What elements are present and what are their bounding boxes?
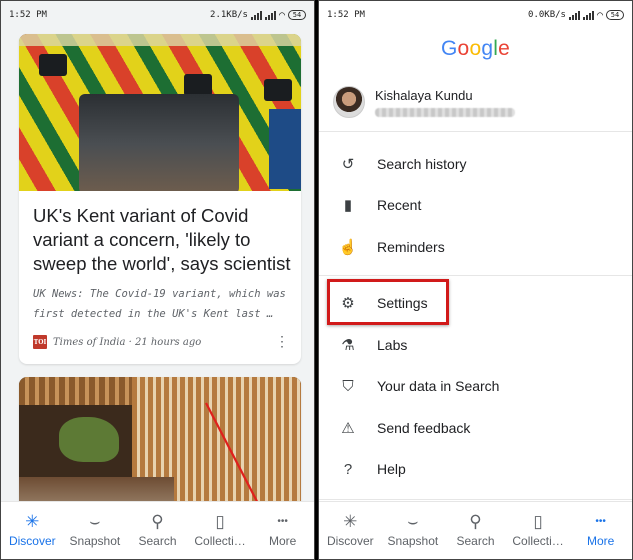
battery-icon: 54 bbox=[288, 10, 306, 20]
shield-icon: ⛉ bbox=[342, 377, 354, 395]
account-email-redacted bbox=[375, 107, 515, 117]
nav-snapshot[interactable]: ⌣ Snapshot bbox=[64, 502, 127, 559]
collections-icon: ▯ bbox=[533, 512, 543, 531]
divider bbox=[319, 131, 632, 132]
nav-label: Collecti… bbox=[512, 534, 564, 548]
search-icon: ⚲ bbox=[469, 512, 482, 531]
nav-collections[interactable]: ▯ Collecti… bbox=[507, 502, 570, 559]
nav-label: Discover bbox=[326, 534, 374, 548]
menu-item-reminders[interactable]: ☝ Reminders bbox=[319, 228, 632, 266]
asterisk-icon: ✳ bbox=[25, 512, 40, 531]
menu-item-label: Help bbox=[377, 461, 406, 477]
status-time: 1:52 PM bbox=[9, 10, 47, 20]
menu-item-label: Your data in Search bbox=[377, 378, 500, 394]
article-image bbox=[19, 34, 301, 191]
status-time: 1:52 PM bbox=[327, 10, 365, 20]
more-icon: ••• bbox=[595, 516, 606, 527]
feedback-icon: ⚠ bbox=[341, 420, 355, 437]
bottom-navigation: ✳ Discover ⌣ Snapshot ⚲ Search ▯ Collecti… ••• Mo… bbox=[319, 501, 632, 559]
menu-item-label: Labs bbox=[377, 337, 408, 353]
article-title[interactable]: UK's Kent variant of Covid variant a con… bbox=[33, 204, 291, 276]
menu-item-send-feedback[interactable]: ⚠ Send feedback bbox=[319, 409, 632, 447]
nav-label: More bbox=[269, 534, 297, 548]
help-icon: ? bbox=[343, 460, 353, 478]
settings-highlight-box bbox=[327, 279, 449, 325]
status-bar: 1:52 PM 2.1KB/s ◠ 54 bbox=[1, 1, 314, 29]
nav-label: Collecti… bbox=[194, 534, 246, 548]
flask-icon: ⚗ bbox=[341, 337, 355, 354]
menu-item-your-data-in-search[interactable]: ⛉ Your data in Search bbox=[319, 367, 632, 405]
menu-item-label: Reminders bbox=[377, 239, 445, 255]
menu-item-label: Recent bbox=[377, 197, 422, 213]
signal-icon bbox=[264, 10, 276, 20]
nav-label: Snapshot bbox=[387, 534, 439, 548]
collections-icon: ▯ bbox=[215, 512, 225, 531]
source-and-time: Times of India · 21 hours ago bbox=[53, 336, 202, 348]
reminders-icon: ☝ bbox=[338, 239, 358, 256]
article-source: TOI Times of India · 21 hours ago ⋮ bbox=[33, 334, 289, 350]
account-name: Kishalaya Kundu bbox=[375, 87, 473, 103]
google-logo: Google bbox=[441, 37, 510, 60]
menu-item-label: Send feedback bbox=[377, 420, 471, 436]
nav-label: Discover bbox=[8, 534, 56, 548]
recent-icon: ▮ bbox=[343, 197, 353, 214]
nav-more[interactable]: ••• More bbox=[251, 502, 314, 559]
signal-icon bbox=[568, 10, 580, 20]
wifi-icon: ◠ bbox=[278, 9, 285, 21]
nav-collections[interactable]: ▯ Collecti… bbox=[189, 502, 252, 559]
menu-item-recent[interactable]: ▮ Recent bbox=[319, 186, 632, 224]
account-header[interactable]: Kishalaya Kundu bbox=[333, 81, 622, 123]
battery-icon: 54 bbox=[606, 10, 624, 20]
bottom-navigation: ✳ Discover ⌣ Snapshot ⚲ Search ▯ Collecti… ••• Mo… bbox=[1, 501, 314, 559]
news-card[interactable]: UK's Kent variant of Covid variant a con… bbox=[19, 34, 301, 364]
left-screen: 1:52 PM 2.1KB/s ◠ 54 UK's Kent variant o… bbox=[0, 0, 315, 560]
nav-label: Snapshot bbox=[69, 534, 121, 548]
nav-label: Search bbox=[456, 534, 495, 548]
network-speed: 0.0KB/s bbox=[528, 10, 566, 20]
divider bbox=[319, 275, 632, 276]
divider bbox=[319, 499, 632, 500]
nav-asterisk[interactable]: ✳ Discover bbox=[1, 502, 64, 559]
nav-asterisk[interactable]: ✳ Discover bbox=[319, 502, 382, 559]
network-speed: 2.1KB/s bbox=[210, 10, 248, 20]
article-snippet: UK News: The Covid-19 variant, which was… bbox=[33, 288, 286, 320]
more-icon: ••• bbox=[277, 516, 288, 527]
asterisk-icon: ✳ bbox=[343, 512, 358, 531]
nav-more[interactable]: ••• More bbox=[569, 502, 632, 559]
snapshot-icon: ⌣ bbox=[407, 512, 419, 531]
nav-search[interactable]: ⚲ Search bbox=[444, 502, 507, 559]
nav-label: Search bbox=[138, 534, 177, 548]
nav-label: More bbox=[587, 534, 615, 548]
nav-snapshot[interactable]: ⌣ Snapshot bbox=[382, 502, 445, 559]
menu-item-labs[interactable]: ⚗ Labs bbox=[319, 326, 632, 364]
menu-item-search-history[interactable]: ↺ Search history bbox=[319, 145, 632, 183]
nav-search[interactable]: ⚲ Search bbox=[126, 502, 189, 559]
search-icon: ⚲ bbox=[151, 512, 164, 531]
avatar[interactable] bbox=[333, 86, 365, 118]
history-icon: ↺ bbox=[341, 156, 355, 173]
signal-icon bbox=[250, 10, 262, 20]
source-logo: TOI bbox=[33, 335, 47, 349]
menu-item-label: Search history bbox=[377, 156, 467, 172]
snapshot-icon: ⌣ bbox=[89, 512, 101, 531]
more-options-icon[interactable]: ⋮ bbox=[275, 334, 289, 350]
right-screen: 1:52 PM 0.0KB/s ◠ 54 Google Kishalaya Ku… bbox=[318, 0, 633, 560]
menu-item-help[interactable]: ? Help bbox=[319, 450, 632, 488]
signal-icon bbox=[582, 10, 594, 20]
wifi-icon: ◠ bbox=[596, 9, 603, 21]
status-bar: 1:52 PM 0.0KB/s ◠ 54 bbox=[319, 1, 632, 29]
